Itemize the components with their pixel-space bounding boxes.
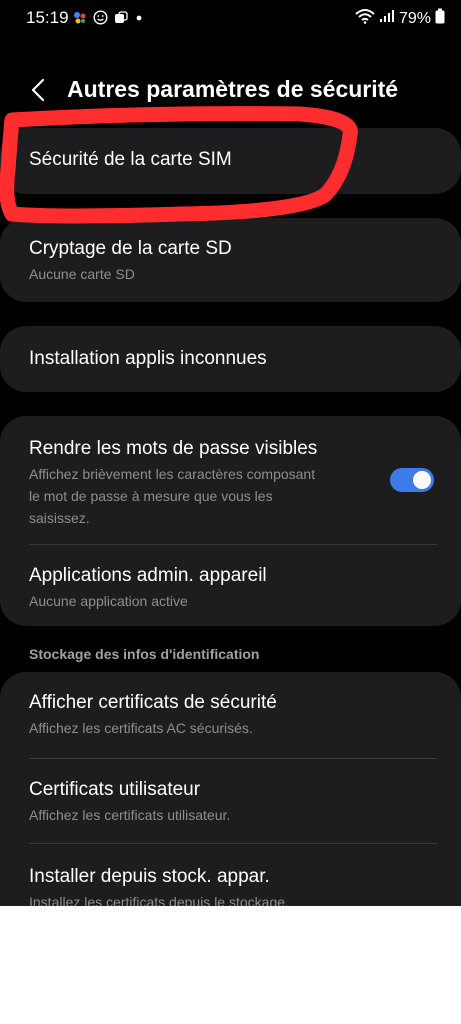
view-certs-subtitle: Affichez les certificats AC sécurisés.: [29, 720, 253, 736]
card-credentials: Afficher certificats de sécurité Affiche…: [0, 672, 461, 906]
sd-encryption-subtitle: Aucune carte SD: [29, 266, 135, 282]
back-button[interactable]: [22, 74, 54, 106]
card-sim-security: Sécurité de la carte SIM: [0, 128, 461, 194]
user-certs-item[interactable]: Certificats utilisateur Affichez les cer…: [0, 759, 461, 843]
show-passwords-subtitle-1: Affichez brièvement les caractères compo…: [29, 466, 316, 482]
assistant-icon: [73, 11, 87, 30]
install-storage-item[interactable]: Installer depuis stock. appar. Installez…: [0, 844, 461, 906]
page-title: Autres paramètres de sécurité: [67, 76, 399, 102]
user-certs-subtitle: Affichez les certificats utilisateur.: [29, 807, 231, 823]
wifi-icon: [355, 8, 375, 29]
chevron-left-icon: [31, 78, 45, 102]
install-storage-subtitle: Installez les certificats depuis le stoc…: [29, 894, 289, 906]
unknown-apps-title: Installation applis inconnues: [29, 348, 267, 369]
sd-encryption-item[interactable]: Cryptage de la carte SD Aucune carte SD: [0, 218, 461, 302]
card-unknown-apps: Installation applis inconnues: [0, 326, 461, 392]
battery-percent: 79%: [398, 9, 431, 27]
user-certs-title: Certificats utilisateur: [29, 779, 201, 800]
device-admin-item[interactable]: Applications admin. appareil Aucune appl…: [0, 545, 461, 626]
view-certs-title: Afficher certificats de sécurité: [29, 692, 277, 713]
app-bar: Autres paramètres de sécurité: [0, 66, 461, 114]
sim-security-title: Sécurité de la carte SIM: [29, 149, 232, 170]
install-storage-title: Installer depuis stock. appar.: [29, 866, 270, 887]
signal-icon: [379, 9, 395, 28]
credentials-section-label: Stockage des infos d'identification: [29, 646, 260, 662]
sd-encryption-title: Cryptage de la carte SD: [29, 238, 232, 259]
smiley-icon: [93, 10, 108, 30]
sim-security-item[interactable]: Sécurité de la carte SIM: [0, 128, 461, 194]
show-passwords-title: Rendre les mots de passe visibles: [29, 438, 318, 459]
show-passwords-toggle[interactable]: [390, 468, 434, 492]
battery-icon: [435, 8, 445, 29]
gallery-icon: [114, 10, 128, 30]
toggle-knob: [413, 471, 431, 489]
device-admin-title: Applications admin. appareil: [29, 565, 267, 586]
show-passwords-subtitle-3: saisissez.: [29, 510, 90, 526]
status-time: 15:19: [26, 8, 69, 27]
unknown-apps-item[interactable]: Installation applis inconnues: [0, 326, 461, 392]
settings-screen: 15:19 79% Autres paramètres de sécurité …: [0, 0, 461, 906]
show-passwords-item[interactable]: Rendre les mots de passe visibles Affich…: [0, 416, 461, 544]
system-icons: 79%: [355, 8, 445, 29]
card-sd-encryption: Cryptage de la carte SD Aucune carte SD: [0, 218, 461, 302]
dot-icon: [134, 11, 144, 30]
device-admin-subtitle: Aucune application active: [29, 593, 188, 609]
view-certs-item[interactable]: Afficher certificats de sécurité Affiche…: [0, 672, 461, 758]
card-passwords-admin: Rendre les mots de passe visibles Affich…: [0, 416, 461, 626]
show-passwords-subtitle-2: le mot de passe à mesure que vous les: [29, 488, 273, 504]
notification-icons: [73, 10, 144, 30]
status-bar: 15:19 79%: [0, 0, 461, 36]
